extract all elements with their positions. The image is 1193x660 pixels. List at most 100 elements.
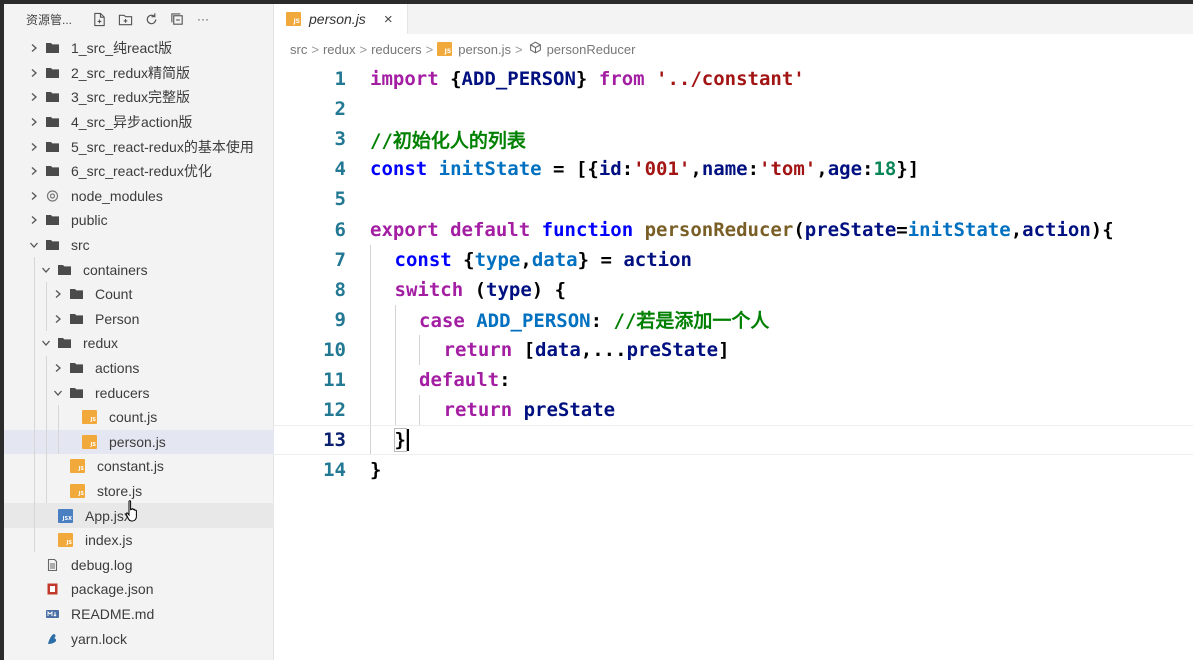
tree-item-label: constant.js — [97, 458, 164, 475]
tree-file-item[interactable]: package.json — [4, 577, 274, 602]
new-folder-icon[interactable] — [112, 12, 138, 27]
tree-item-label: actions — [95, 360, 140, 377]
chevron-right-icon[interactable] — [28, 116, 40, 128]
code-line[interactable]: 4 const initState = [{id:'001',name:'tom'… — [274, 154, 1193, 184]
tree-item-label: containers — [83, 261, 148, 278]
tree-file-item[interactable]: README.md — [4, 602, 274, 627]
tree-folder-item[interactable]: src — [4, 233, 274, 258]
chevron-down-icon[interactable] — [40, 337, 52, 349]
line-number: 11 — [323, 368, 346, 391]
folder-icon — [58, 337, 71, 349]
code-token: action — [1022, 218, 1091, 241]
tree-folder-item[interactable]: containers — [4, 257, 274, 282]
tree-folder-item[interactable]: 3_src_redux完整版 — [4, 85, 274, 110]
tree-folder-item[interactable]: public — [4, 208, 274, 233]
tree-folder-item[interactable]: redux — [4, 331, 274, 356]
refresh-icon[interactable] — [138, 12, 164, 27]
tree-file-item[interactable]: yarn.lock — [4, 626, 274, 651]
tab-person-js[interactable]: JS person.js × — [274, 4, 408, 34]
code-text: //初始化人的列表 — [370, 126, 526, 153]
code-token: const — [370, 158, 428, 181]
chevron-right-icon[interactable] — [28, 214, 40, 226]
code-line[interactable]: 13} — [274, 425, 1193, 456]
code-line[interactable]: 8 switch (type) { — [274, 274, 1193, 305]
indent-guide — [46, 429, 47, 455]
code-text: export default function personReducer(pr… — [370, 219, 1114, 241]
file-tree: 1_src_纯react版 2_src_redux精简版 3_src_redux完整… — [4, 36, 274, 651]
code-line[interactable]: 9 case ADD_PERSON: //若是添加一个人 — [274, 304, 1193, 335]
tree-folder-item[interactable]: 5_src_react-redux的基本使用 — [4, 134, 274, 159]
code-editor[interactable]: 1 import {ADD_PERSON} from '../constant' 2… — [274, 64, 1193, 485]
tree-file-item[interactable]: JS constant.js — [4, 454, 274, 479]
indent-guide — [34, 306, 35, 332]
tree-folder-item[interactable]: node_modules — [4, 184, 274, 209]
chevron-right-icon[interactable] — [52, 313, 64, 325]
code-text: } — [370, 459, 381, 481]
chevron-down-icon[interactable] — [28, 239, 40, 251]
tree-item-label: Person — [95, 310, 140, 327]
breadcrumb-item-symbol[interactable]: personReducer — [547, 42, 636, 57]
code-line[interactable]: 5 — [274, 184, 1193, 214]
breadcrumb-item-src[interactable]: src — [290, 42, 307, 57]
chevron-right-icon[interactable] — [52, 362, 64, 374]
chevron-down-icon[interactable] — [52, 387, 64, 399]
tree-item-label: reducers — [95, 384, 150, 401]
code-token: default — [419, 368, 500, 391]
code-text: switch (type) { — [395, 279, 567, 301]
tree-item-label: package.json — [71, 581, 154, 598]
code-token: '../constant' — [656, 68, 805, 91]
tree-item-label: public — [71, 212, 108, 229]
code-line[interactable]: 14} — [274, 455, 1193, 485]
code-line[interactable]: 11 default: — [274, 364, 1193, 396]
breadcrumb-item-reducers[interactable]: reducers — [371, 42, 422, 57]
tree-folder-item[interactable]: 4_src_异步action版 — [4, 110, 274, 135]
tree-folder-item[interactable]: Count — [4, 281, 274, 307]
line-number: 10 — [323, 338, 346, 361]
code-token: : — [590, 310, 614, 333]
breadcrumb-item-file[interactable]: person.js — [458, 42, 511, 57]
tree-folder-item[interactable]: 6_src_react-redux优化 — [4, 159, 274, 184]
chevron-right-icon[interactable] — [28, 141, 40, 153]
code-line[interactable]: 3 //初始化人的列表 — [274, 124, 1193, 154]
code-token: ] — [718, 338, 730, 361]
indent-guide — [46, 380, 47, 405]
more-icon[interactable]: ··· — [190, 12, 216, 26]
folder-icon — [70, 362, 83, 374]
chevron-right-icon[interactable] — [28, 42, 40, 54]
close-icon[interactable]: × — [384, 11, 393, 28]
line-number: 6 — [334, 218, 346, 241]
tree-file-item[interactable]: JS index.js — [4, 527, 274, 553]
tree-folder-item[interactable]: actions — [4, 355, 274, 381]
code-line[interactable]: 10 return [data,...preState] — [274, 334, 1193, 365]
tree-folder-item[interactable]: reducers — [4, 380, 274, 405]
code-line[interactable]: 12 return preState — [274, 395, 1193, 426]
tree-folder-item[interactable]: Person — [4, 306, 274, 332]
code-token: action — [623, 248, 692, 271]
breadcrumb-item-redux[interactable]: redux — [323, 42, 356, 57]
folder-icon — [46, 67, 59, 79]
tree-file-item[interactable]: JS count.js — [4, 404, 274, 430]
chevron-right-icon[interactable] — [28, 67, 40, 79]
chevron-right-icon[interactable] — [52, 288, 64, 300]
tree-folder-item[interactable]: 2_src_redux精简版 — [4, 61, 274, 86]
chevron-right-icon[interactable] — [28, 91, 40, 103]
code-line[interactable]: 1 import {ADD_PERSON} from '../constant' — [274, 64, 1193, 94]
tree-item-label: count.js — [109, 409, 158, 426]
collapse-all-icon[interactable] — [164, 12, 190, 27]
line-number: 3 — [334, 128, 346, 151]
code-line[interactable]: 2 — [274, 94, 1193, 124]
markdown-file-icon — [46, 608, 59, 620]
new-file-icon[interactable] — [86, 12, 112, 27]
chevron-right-icon[interactable] — [28, 190, 40, 202]
code-line[interactable]: 7 const {type,data} = action — [274, 244, 1193, 275]
chevron-down-icon[interactable] — [40, 264, 52, 276]
tree-folder-item[interactable]: 1_src_纯react版 — [4, 36, 274, 61]
tree-file-item[interactable]: debug.log — [4, 552, 274, 577]
tree-file-item[interactable]: JS person.js — [4, 429, 274, 455]
code-line[interactable]: 6 export default function personReducer(p… — [274, 214, 1193, 244]
chevron-right-icon[interactable] — [28, 165, 40, 177]
indent-guide — [419, 334, 420, 365]
js-file-icon: JS — [437, 42, 453, 56]
